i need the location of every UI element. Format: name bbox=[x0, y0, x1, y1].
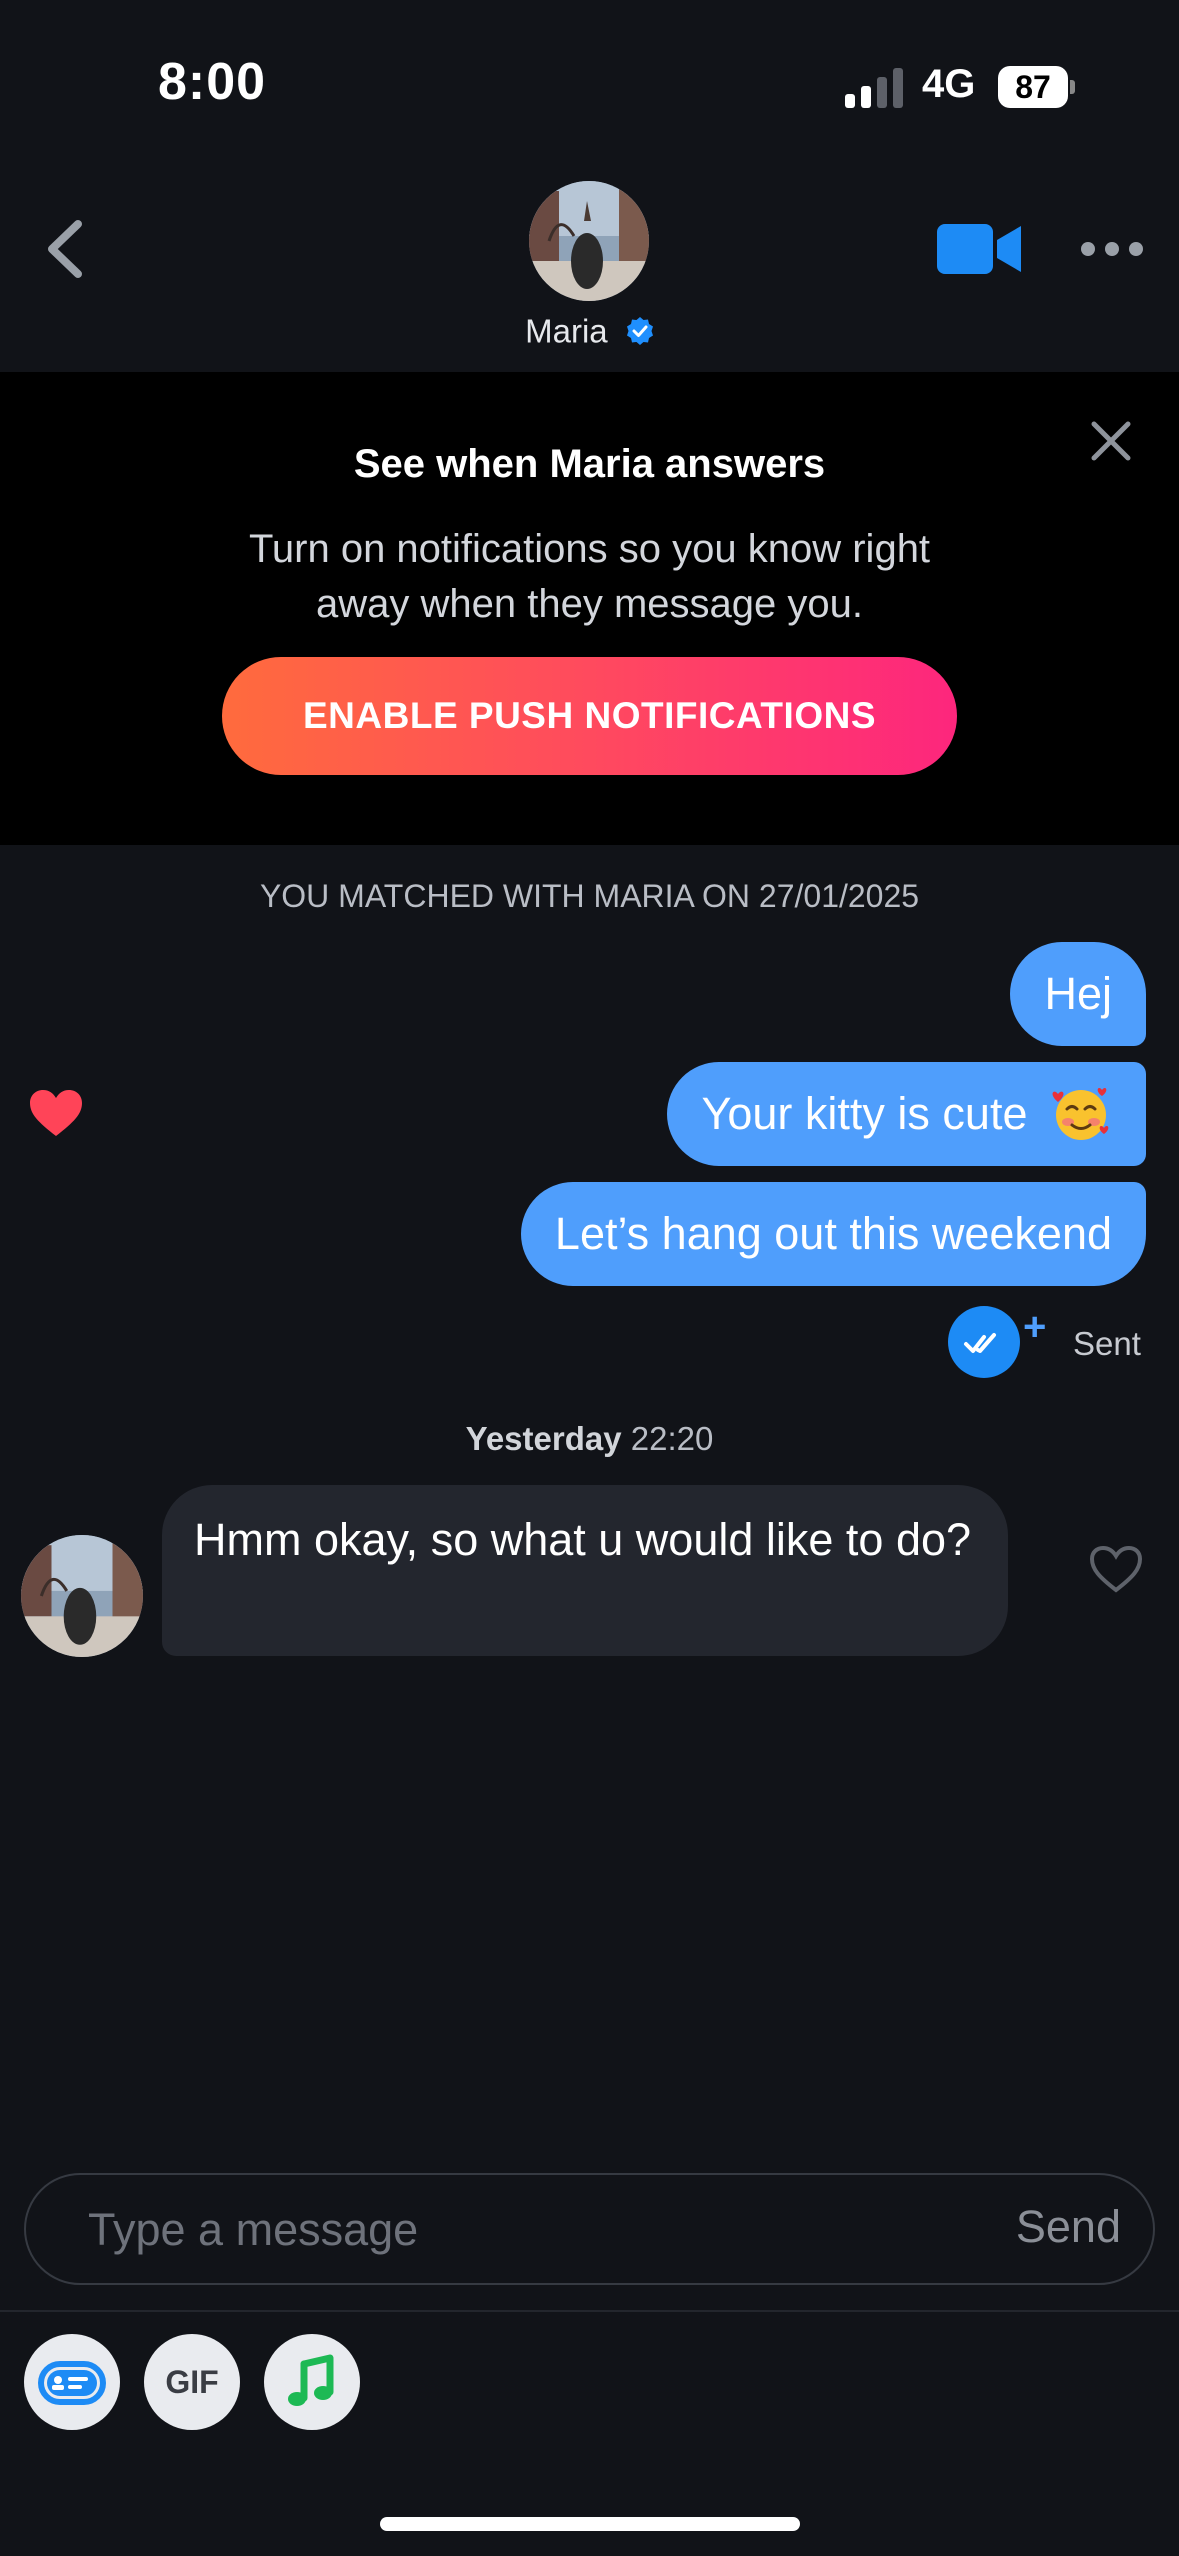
heart-filled-icon[interactable] bbox=[28, 1088, 84, 1138]
message-composer: Send bbox=[24, 2173, 1155, 2285]
sticker-card-icon bbox=[38, 2361, 106, 2405]
match-date-label: YOU MATCHED WITH MARIA ON 27/01/2025 bbox=[259, 878, 920, 914]
incoming-message[interactable]: Hmm okay, so what u would like to do? bbox=[162, 1485, 1008, 1656]
network-type: 4G bbox=[922, 62, 976, 106]
avatar[interactable] bbox=[21, 1535, 143, 1657]
battery-icon: 87 bbox=[998, 66, 1075, 108]
banner-title: See when Maria answers bbox=[353, 442, 826, 486]
outgoing-message[interactable]: Your kitty is cute bbox=[667, 1062, 1146, 1166]
outgoing-message[interactable]: Let’s hang out this weekend bbox=[520, 1182, 1146, 1286]
match-name[interactable]: Maria bbox=[500, 310, 680, 350]
battery-level: 87 bbox=[1015, 69, 1051, 105]
gif-label: GIF bbox=[165, 2364, 219, 2400]
home-indicator[interactable] bbox=[380, 2517, 800, 2531]
enable-push-notifications-button[interactable]: ENABLE PUSH NOTIFICATIONS bbox=[222, 657, 957, 775]
heart-outline-icon[interactable] bbox=[1088, 1544, 1144, 1594]
music-note-icon bbox=[288, 2354, 334, 2406]
banner-body: Turn on notifications so you know right … bbox=[248, 527, 931, 626]
read-receipt-icon bbox=[948, 1306, 1020, 1378]
plus-icon[interactable]: + bbox=[1023, 1307, 1046, 1347]
video-camera-icon[interactable] bbox=[937, 222, 1023, 276]
chevron-left-icon[interactable] bbox=[38, 214, 98, 284]
status-time: 8:00 bbox=[158, 53, 267, 111]
verified-check-icon bbox=[626, 317, 653, 346]
chat-screen: 8:00 4G 87 Maria See when Maria answers … bbox=[0, 0, 1179, 2556]
signal-icon bbox=[845, 68, 903, 108]
sticker-card-button[interactable] bbox=[24, 2334, 120, 2430]
smiling-face-with-hearts-icon bbox=[1052, 1088, 1109, 1141]
more-dots-icon[interactable] bbox=[1080, 236, 1144, 262]
music-button[interactable] bbox=[264, 2334, 360, 2430]
gif-button[interactable]: GIF bbox=[144, 2334, 240, 2430]
sent-status: Sent bbox=[1073, 1325, 1141, 1362]
divider bbox=[0, 2310, 1179, 2312]
outgoing-message[interactable]: Hej bbox=[1010, 942, 1146, 1046]
message-input[interactable] bbox=[86, 2175, 950, 2285]
avatar[interactable] bbox=[529, 181, 649, 301]
send-button[interactable]: Send bbox=[1016, 2201, 1121, 2253]
message-timestamp: Yesterday 22:20 bbox=[465, 1420, 714, 1457]
